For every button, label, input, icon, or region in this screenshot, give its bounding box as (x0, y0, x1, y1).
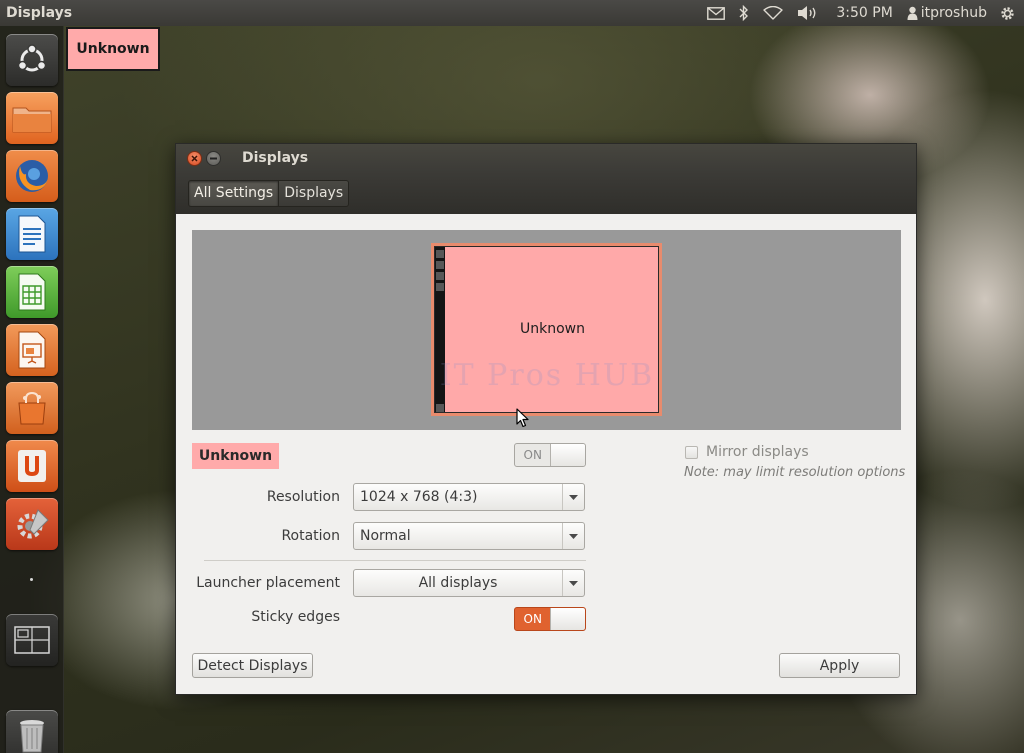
launcher-item-dash[interactable] (6, 34, 58, 86)
resolution-value: 1024 x 768 (4:3) (360, 489, 478, 505)
monitor-arrangement-area[interactable]: Unknown IT Pros HUB (192, 230, 901, 430)
apply-button[interactable]: Apply (779, 653, 900, 678)
monitor-screen: Unknown (434, 246, 659, 413)
launcher-item-system-settings[interactable] (6, 498, 58, 550)
mini-launcher-icon (436, 261, 444, 269)
launcher-item-ubuntu-one[interactable] (6, 440, 58, 492)
chevron-down-icon (562, 523, 584, 549)
minimize-button[interactable] (206, 150, 221, 166)
displays-window: Displays All Settings Displays Unknown I… (175, 143, 917, 695)
chevron-down-icon (562, 570, 584, 596)
launcher-item-home-folder[interactable] (6, 92, 58, 144)
switch-state-label: ON (523, 612, 542, 626)
mouse-cursor-icon (516, 408, 529, 428)
bluetooth-icon[interactable] (732, 0, 756, 26)
window-titlebar[interactable]: Displays (176, 144, 916, 172)
document-icon (18, 215, 46, 253)
shopping-bag-icon (18, 391, 46, 425)
indicator-area: 3:50 PM itproshub (700, 0, 1024, 26)
ubuntu-logo-icon (17, 44, 47, 72)
top-panel: Displays 3:50 PM itproshub (0, 0, 1024, 26)
folder-icon (12, 107, 52, 133)
display-power-switch[interactable]: ON (514, 443, 586, 467)
rotation-label: Rotation (281, 528, 340, 544)
window-content: Unknown IT Pros HUB Unknown ON Mirror di… (176, 214, 916, 694)
display-identifier-label: Unknown (66, 27, 160, 71)
monitor-preview[interactable]: Unknown (431, 243, 662, 416)
sticky-edges-label: Sticky edges (251, 609, 340, 625)
user-name[interactable]: itproshub (921, 5, 995, 21)
mirror-displays-option[interactable]: Mirror displays (685, 444, 809, 460)
rotation-value: Normal (360, 528, 411, 544)
mail-icon[interactable] (700, 0, 732, 26)
window-title: Displays (242, 150, 309, 166)
resolution-label: Resolution (266, 489, 340, 505)
monitor-label: Unknown (520, 321, 585, 337)
launcher-item-calc[interactable] (6, 266, 58, 318)
monitor-launcher-preview (435, 247, 445, 412)
launcher-placement-dropdown[interactable]: All displays (353, 569, 585, 597)
presentation-icon (18, 331, 46, 369)
launcher-item-firefox[interactable] (6, 150, 58, 202)
spreadsheet-icon (18, 273, 46, 311)
top-panel-app-title: Displays (6, 5, 73, 21)
mini-launcher-icon (436, 272, 444, 280)
close-button[interactable] (187, 150, 202, 166)
mini-launcher-icon (436, 283, 444, 291)
volume-icon[interactable] (790, 0, 826, 26)
mirror-displays-checkbox[interactable] (685, 445, 698, 459)
rotation-dropdown[interactable]: Normal (353, 522, 585, 550)
launcher-item-trash[interactable] (6, 710, 58, 753)
gear-icon[interactable] (995, 0, 1024, 26)
sticky-edges-switch[interactable]: ON (514, 607, 586, 631)
mirror-note: Note: may limit resolution options (684, 465, 906, 480)
mirror-displays-label: Mirror displays (706, 444, 809, 460)
launcher-item-workspace-switcher[interactable] (6, 614, 58, 666)
all-settings-button[interactable]: All Settings (188, 179, 280, 207)
launcher-item-writer[interactable] (6, 208, 58, 260)
resolution-dropdown[interactable]: 1024 x 768 (4:3) (353, 483, 585, 511)
wifi-icon[interactable] (756, 0, 790, 26)
clock[interactable]: 3:50 PM (826, 5, 898, 21)
displays-breadcrumb[interactable]: Displays (279, 179, 350, 207)
mini-launcher-icon (436, 404, 444, 412)
section-divider (204, 560, 586, 561)
launcher-placement-value: All displays (418, 575, 498, 591)
minimize-icon (210, 157, 217, 159)
chevron-down-icon (562, 484, 584, 510)
trash-icon (20, 720, 44, 753)
display-name-label: Unknown (192, 443, 279, 469)
firefox-icon (16, 160, 48, 192)
launcher-separator-dot (30, 578, 33, 581)
detect-displays-button[interactable]: Detect Displays (192, 653, 313, 678)
switch-knob[interactable] (550, 444, 585, 466)
switch-state-label: ON (523, 448, 542, 462)
user-icon[interactable] (899, 0, 921, 26)
close-icon (191, 154, 198, 162)
settings-tools-icon (17, 509, 49, 539)
mini-launcher-icon (436, 250, 444, 258)
launcher (0, 26, 64, 753)
launcher-placement-label: Launcher placement (196, 575, 340, 591)
launcher-item-impress[interactable] (6, 324, 58, 376)
ubuntu-one-icon (18, 450, 46, 482)
workspaces-icon (14, 626, 50, 654)
launcher-item-software-center[interactable] (6, 382, 58, 434)
switch-knob[interactable] (550, 608, 585, 630)
breadcrumb: All Settings Displays (176, 172, 916, 214)
